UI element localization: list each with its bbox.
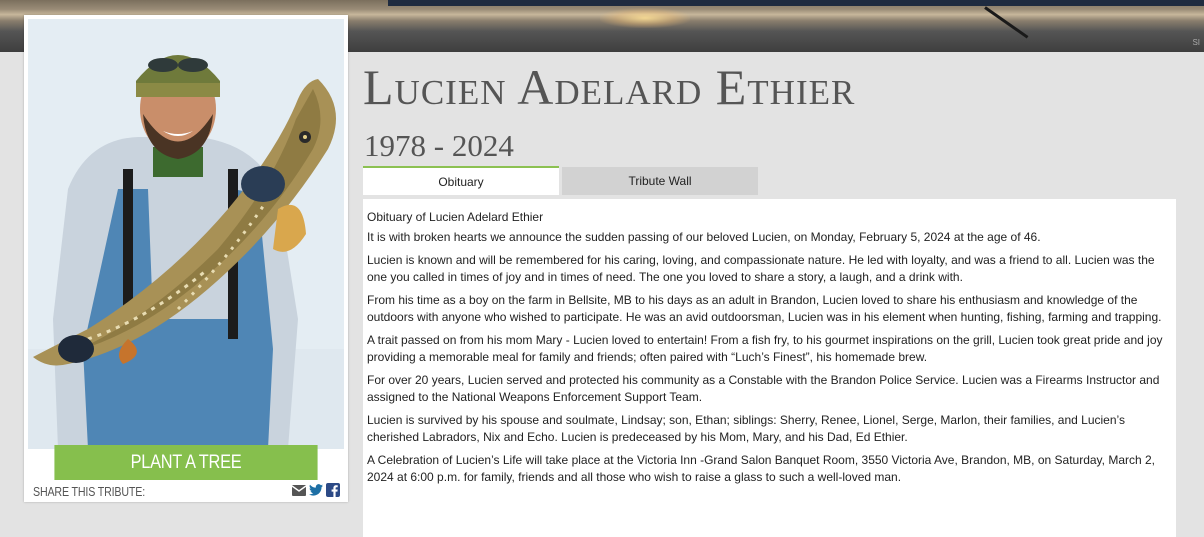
share-this-tribute-label: SHARE THIS TRIBUTE:	[33, 484, 146, 499]
obituary-paragraph: It is with broken hearts we announce the…	[367, 229, 1041, 244]
deceased-name: Lucien Adelard Ethier	[363, 59, 856, 115]
portrait-illustration	[28, 19, 344, 449]
plant-a-tree-button[interactable]: PLANT A TREE	[54, 445, 318, 480]
life-dates: 1978 - 2024	[364, 128, 514, 163]
facebook-icon[interactable]	[326, 483, 340, 497]
obituary-paragraph: Lucien is survived by his spouse and sou…	[367, 413, 1125, 444]
obituary-paragraph: For over 20 years, Lucien served and pro…	[367, 373, 1160, 404]
twitter-icon[interactable]	[309, 483, 323, 497]
banner-top-bar	[388, 0, 1204, 6]
photo-card: PLANT A TREE SHARE THIS TRIBUTE:	[24, 15, 348, 502]
email-icon[interactable]	[292, 483, 306, 497]
banner-small-text: SI	[1192, 38, 1200, 47]
share-icons	[292, 483, 340, 497]
obituary-heading: Obituary of Lucien Adelard Ethier	[367, 210, 544, 224]
obituary-paragraph: From his time as a boy on the farm in Be…	[367, 293, 1162, 324]
portrait-photo	[28, 19, 344, 449]
obituary-paragraph: Lucien is known and will be remembered f…	[367, 253, 1155, 284]
banner-sunset-glow	[600, 8, 690, 28]
obituary-paragraph: A Celebration of Lucien’s Life will take…	[367, 453, 1156, 484]
tab-tribute-wall[interactable]: Tribute Wall	[562, 167, 758, 195]
obituary-paragraph: A trait passed on from his mom Mary - Lu…	[367, 333, 1163, 364]
obituary-content: Obituary of Lucien Adelard Ethier It is …	[363, 199, 1176, 537]
tab-obituary[interactable]: Obituary	[363, 166, 559, 195]
banner-decor-stroke	[984, 6, 1029, 39]
